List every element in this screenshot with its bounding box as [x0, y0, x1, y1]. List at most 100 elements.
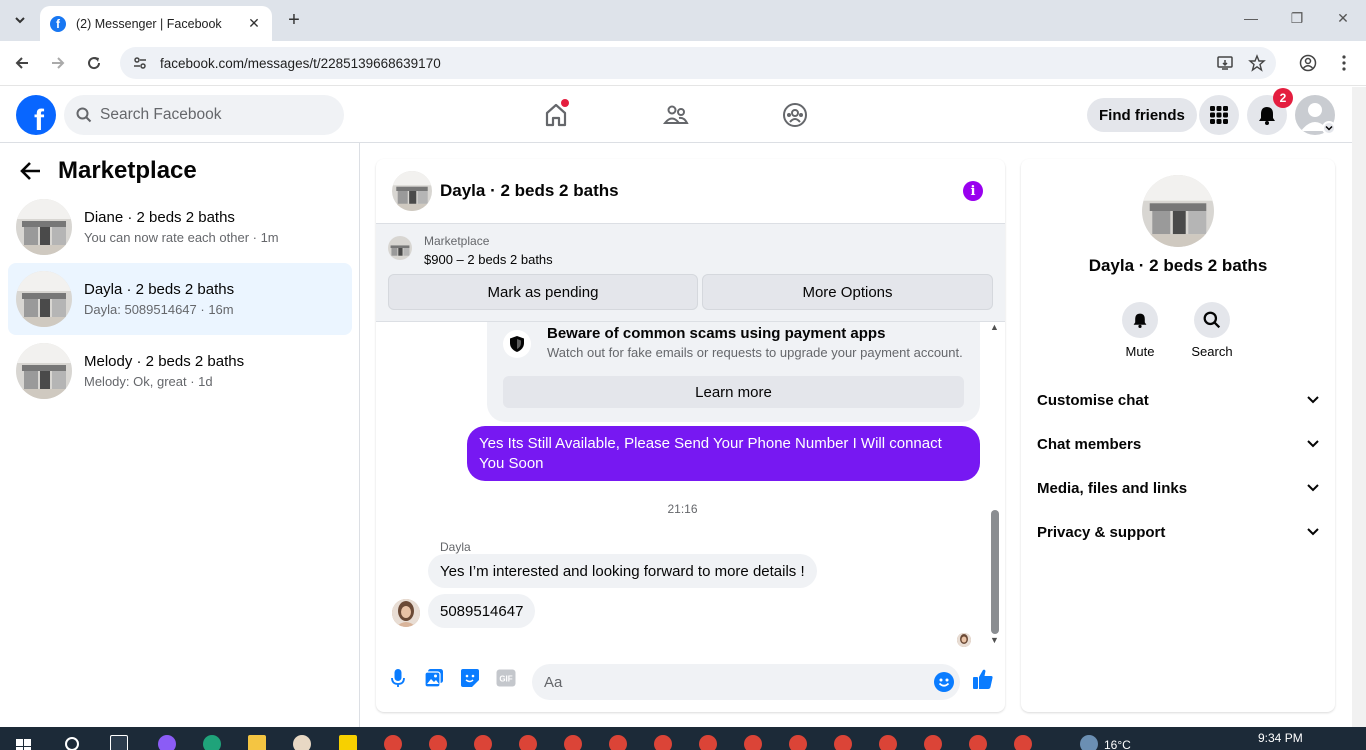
- browser-tabstrip: f (2) Messenger | Facebook ✕ + — ❐ ✕: [0, 0, 1366, 41]
- taskbar-clock[interactable]: 9:34 PM: [1258, 731, 1303, 745]
- chrome-icon[interactable]: [474, 735, 492, 750]
- chrome-icon[interactable]: [789, 735, 807, 750]
- new-tab-button[interactable]: +: [283, 9, 305, 32]
- mute-button[interactable]: Mute: [1110, 302, 1170, 359]
- chrome-icon[interactable]: [744, 735, 762, 750]
- browser-tab-messenger[interactable]: f (2) Messenger | Facebook ✕: [40, 6, 272, 41]
- sticky-notes-icon[interactable]: [339, 735, 357, 750]
- friends-nav-button[interactable]: [660, 99, 692, 131]
- taskbar-search-icon[interactable]: [64, 736, 82, 750]
- mark-as-pending-button[interactable]: Mark as pending: [388, 274, 698, 310]
- site-settings-icon[interactable]: [132, 55, 148, 71]
- chrome-icon[interactable]: [879, 735, 897, 750]
- incoming-message[interactable]: Yes I’m interested and looking forward t…: [428, 554, 817, 588]
- chevron-down-icon: [1307, 484, 1319, 492]
- bookmark-star-icon[interactable]: [1248, 54, 1266, 72]
- listing-thumbnail[interactable]: [388, 236, 412, 260]
- account-chevron-icon[interactable]: [1322, 121, 1336, 135]
- outgoing-message[interactable]: Yes Its Still Available, Please Send You…: [467, 426, 980, 481]
- conversation-item[interactable]: Melody · 2 beds 2 baths Melody: Ok, grea…: [8, 335, 352, 407]
- microphone-icon[interactable]: [387, 667, 409, 689]
- browser-menu-icon[interactable]: [1333, 52, 1355, 74]
- sticker-icon[interactable]: [459, 667, 481, 689]
- copilot-icon[interactable]: [158, 735, 176, 750]
- listing-price-title[interactable]: $900 – 2 beds 2 baths: [424, 252, 553, 267]
- facebook-favicon-icon: f: [50, 15, 66, 32]
- chrome-icon[interactable]: [834, 735, 852, 750]
- chrome-icon[interactable]: [564, 735, 582, 750]
- chrome-icon[interactable]: [924, 735, 942, 750]
- windows-start-icon[interactable]: [16, 739, 32, 750]
- conversation-name: Diane · 2 beds 2 baths: [84, 209, 235, 226]
- search-label: Search: [1191, 344, 1233, 359]
- search-conversation-button[interactable]: Search: [1182, 302, 1242, 359]
- back-arrow-icon[interactable]: [20, 160, 42, 182]
- message-timestamp: 21:16: [667, 502, 698, 516]
- more-options-button[interactable]: More Options: [702, 274, 993, 310]
- find-friends-button[interactable]: Find friends: [1087, 98, 1197, 132]
- restore-icon[interactable]: ❐: [1287, 10, 1307, 27]
- incoming-message[interactable]: 5089514647: [428, 594, 536, 628]
- message-input[interactable]: [544, 673, 924, 691]
- section-label: Media, files and links: [1037, 479, 1188, 497]
- facebook-search[interactable]: [64, 95, 344, 135]
- search-icon: [1194, 302, 1230, 338]
- facebook-search-input[interactable]: [100, 106, 320, 124]
- close-window-icon[interactable]: ✕: [1333, 10, 1353, 27]
- notifications-button[interactable]: 2: [1247, 88, 1293, 135]
- chrome-icon[interactable]: [969, 735, 987, 750]
- sender-avatar[interactable]: [392, 599, 420, 627]
- search-icon: [76, 107, 92, 123]
- profile-icon[interactable]: [1297, 52, 1319, 74]
- groups-nav-button[interactable]: [779, 99, 811, 131]
- chat-avatar[interactable]: [392, 171, 432, 211]
- chrome-icon[interactable]: [699, 735, 717, 750]
- facebook-logo-icon[interactable]: f: [16, 95, 56, 135]
- scrollbar-thumb[interactable]: [991, 510, 999, 634]
- section-chat-members[interactable]: Chat members: [1029, 422, 1327, 466]
- info-avatar[interactable]: [1142, 175, 1214, 247]
- message-input-box[interactable]: [532, 664, 960, 700]
- chat-scrollbar[interactable]: ▲ ▼: [988, 322, 1002, 654]
- message-thread[interactable]: Beware of common scams using payment app…: [376, 322, 1005, 654]
- chrome-icon[interactable]: [519, 735, 537, 750]
- task-view-icon[interactable]: [110, 735, 128, 750]
- edge-icon[interactable]: [203, 735, 221, 750]
- page-scrollbar[interactable]: [1352, 87, 1366, 727]
- home-nav-button[interactable]: [540, 99, 572, 131]
- conversation-item-active[interactable]: Dayla · 2 beds 2 baths Dayla: 5089514647…: [8, 263, 352, 335]
- chrome-icon[interactable]: [609, 735, 627, 750]
- gif-icon[interactable]: GIF: [495, 667, 517, 689]
- minimize-icon[interactable]: —: [1241, 10, 1261, 26]
- info-icon[interactable]: i: [963, 181, 983, 201]
- menu-grid-button[interactable]: [1199, 95, 1239, 135]
- section-media-files-links[interactable]: Media, files and links: [1029, 466, 1327, 510]
- scroll-down-arrow-icon[interactable]: ▼: [990, 635, 999, 645]
- chrome-icon[interactable]: [654, 735, 672, 750]
- learn-more-button[interactable]: Learn more: [503, 376, 964, 408]
- install-app-icon[interactable]: [1216, 54, 1234, 72]
- chat-title[interactable]: Dayla · 2 beds 2 baths: [440, 181, 619, 201]
- section-privacy-support[interactable]: Privacy & support: [1029, 510, 1327, 554]
- reload-icon[interactable]: [83, 52, 105, 74]
- emoji-icon[interactable]: [934, 672, 954, 692]
- weather-icon[interactable]: [1080, 735, 1098, 750]
- photo-icon[interactable]: [423, 667, 445, 689]
- tab-close-icon[interactable]: ✕: [246, 15, 262, 32]
- tab-search-button[interactable]: [8, 8, 32, 32]
- chrome-icon[interactable]: [1014, 735, 1032, 750]
- address-bar[interactable]: facebook.com/messages/t/2285139668639170: [120, 47, 1276, 79]
- conversation-item[interactable]: Diane · 2 beds 2 baths You can now rate …: [8, 191, 352, 263]
- thumbs-up-icon[interactable]: [971, 667, 995, 691]
- app-icon[interactable]: [293, 735, 311, 750]
- file-explorer-icon[interactable]: [248, 735, 266, 750]
- listing-thumbnail: [16, 199, 72, 255]
- back-arrow-icon[interactable]: [11, 52, 33, 74]
- section-customise-chat[interactable]: Customise chat: [1029, 378, 1327, 422]
- forward-arrow-icon[interactable]: [47, 52, 69, 74]
- chrome-icon[interactable]: [429, 735, 447, 750]
- scam-warning-text: Watch out for fake emails or requests to…: [547, 345, 963, 360]
- grid-menu-icon: [1210, 106, 1228, 124]
- scroll-up-arrow-icon[interactable]: ▲: [990, 322, 999, 332]
- chrome-icon[interactable]: [384, 735, 402, 750]
